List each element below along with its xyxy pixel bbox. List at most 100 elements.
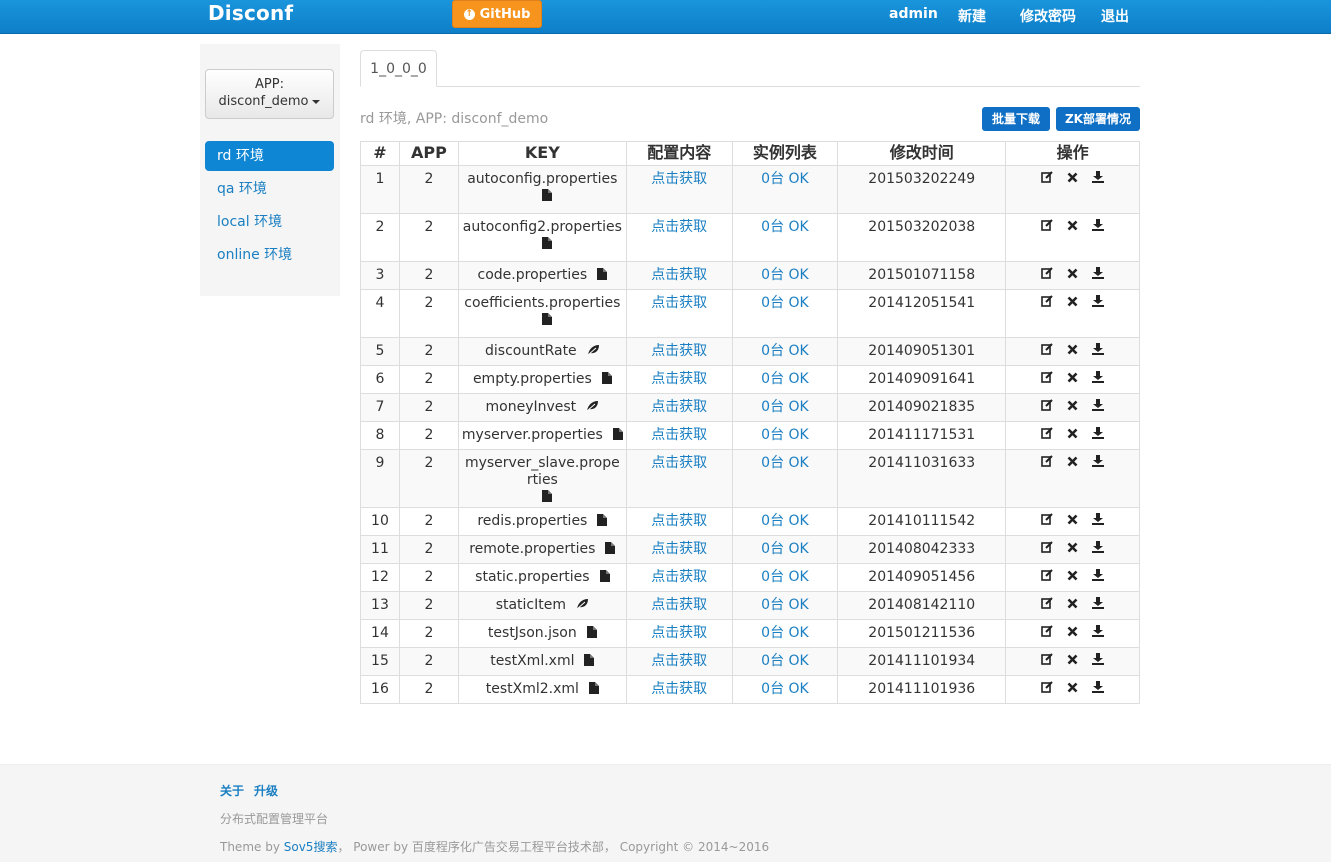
- row-download-icon[interactable]: [1092, 219, 1105, 236]
- fetch-content-link[interactable]: 点击获取: [651, 427, 707, 443]
- row-edit-icon[interactable]: [1041, 267, 1053, 284]
- row-download-icon[interactable]: [1092, 343, 1105, 360]
- row-download-icon[interactable]: [1092, 513, 1105, 530]
- row-download-icon[interactable]: [1092, 569, 1105, 586]
- leaf-icon[interactable]: [587, 344, 600, 361]
- key-text[interactable]: discountRate: [485, 343, 577, 360]
- file-icon[interactable]: [601, 372, 612, 389]
- footer-about-link[interactable]: 关于: [220, 782, 244, 799]
- row-edit-icon[interactable]: [1041, 569, 1053, 586]
- instances-link[interactable]: 0台 OK: [761, 569, 809, 585]
- key-text[interactable]: autoconfig2.properties: [463, 219, 622, 236]
- fetch-content-link[interactable]: 点击获取: [651, 597, 707, 613]
- instances-link[interactable]: 0台 OK: [761, 681, 809, 697]
- file-icon[interactable]: [542, 189, 553, 206]
- instances-link[interactable]: 0台 OK: [761, 455, 809, 471]
- sidebar-item-qa-env[interactable]: qa 环境: [205, 174, 334, 204]
- key-text[interactable]: moneyInvest: [486, 399, 577, 416]
- fetch-content-link[interactable]: 点击获取: [651, 681, 707, 697]
- fetch-content-link[interactable]: 点击获取: [651, 455, 707, 471]
- file-icon[interactable]: [542, 313, 553, 330]
- fetch-content-link[interactable]: 点击获取: [651, 171, 707, 187]
- file-icon[interactable]: [597, 268, 608, 285]
- instances-link[interactable]: 0台 OK: [761, 371, 809, 387]
- row-delete-icon[interactable]: [1067, 625, 1078, 642]
- row-delete-icon[interactable]: [1067, 295, 1078, 312]
- file-icon[interactable]: [588, 682, 599, 699]
- fetch-content-link[interactable]: 点击获取: [651, 343, 707, 359]
- instances-link[interactable]: 0台 OK: [761, 295, 809, 311]
- row-edit-icon[interactable]: [1041, 513, 1053, 530]
- row-edit-icon[interactable]: [1041, 295, 1053, 312]
- key-text[interactable]: autoconfig.properties: [467, 171, 617, 188]
- file-icon[interactable]: [605, 542, 616, 559]
- batch-download-button[interactable]: 批量下载: [982, 107, 1050, 131]
- instances-link[interactable]: 0台 OK: [761, 653, 809, 669]
- row-download-icon[interactable]: [1092, 653, 1105, 670]
- row-edit-icon[interactable]: [1041, 597, 1053, 614]
- row-delete-icon[interactable]: [1067, 455, 1078, 472]
- row-download-icon[interactable]: [1092, 597, 1105, 614]
- row-delete-icon[interactable]: [1067, 597, 1078, 614]
- fetch-content-link[interactable]: 点击获取: [651, 267, 707, 283]
- file-icon[interactable]: [599, 570, 610, 587]
- row-download-icon[interactable]: [1092, 625, 1105, 642]
- nav-change-password[interactable]: 修改密码: [1020, 6, 1076, 26]
- instances-link[interactable]: 0台 OK: [761, 427, 809, 443]
- key-text[interactable]: testJson.json: [488, 625, 577, 642]
- sidebar-item-local-env[interactable]: local 环境: [205, 207, 334, 237]
- row-delete-icon[interactable]: [1067, 653, 1078, 670]
- app-selector-dropdown[interactable]: APP: disconf_demo: [205, 69, 334, 119]
- instances-link[interactable]: 0台 OK: [761, 343, 809, 359]
- key-text[interactable]: testXml.xml: [490, 653, 574, 670]
- row-delete-icon[interactable]: [1067, 427, 1078, 444]
- row-delete-icon[interactable]: [1067, 219, 1078, 236]
- row-download-icon[interactable]: [1092, 681, 1105, 698]
- zk-status-button[interactable]: ZK部署情况: [1056, 107, 1140, 131]
- key-text[interactable]: testXml2.xml: [486, 681, 579, 698]
- nav-user-admin[interactable]: admin: [889, 6, 938, 22]
- key-text[interactable]: staticItem: [496, 597, 566, 614]
- row-edit-icon[interactable]: [1041, 427, 1053, 444]
- row-delete-icon[interactable]: [1067, 343, 1078, 360]
- footer-upgrade-link[interactable]: 升级: [254, 782, 278, 799]
- file-icon[interactable]: [597, 514, 608, 531]
- tab-version[interactable]: 1_0_0_0: [360, 50, 437, 87]
- row-edit-icon[interactable]: [1041, 219, 1053, 236]
- fetch-content-link[interactable]: 点击获取: [651, 371, 707, 387]
- row-edit-icon[interactable]: [1041, 343, 1053, 360]
- key-text[interactable]: empty.properties: [473, 371, 592, 388]
- instances-link[interactable]: 0台 OK: [761, 399, 809, 415]
- row-download-icon[interactable]: [1092, 171, 1105, 188]
- footer-theme-link[interactable]: Sov5搜索: [284, 840, 338, 854]
- row-edit-icon[interactable]: [1041, 371, 1053, 388]
- brand-logo[interactable]: Disconf: [208, 1, 293, 25]
- leaf-icon[interactable]: [576, 598, 589, 615]
- fetch-content-link[interactable]: 点击获取: [651, 513, 707, 529]
- row-delete-icon[interactable]: [1067, 399, 1078, 416]
- instances-link[interactable]: 0台 OK: [761, 171, 809, 187]
- instances-link[interactable]: 0台 OK: [761, 541, 809, 557]
- row-download-icon[interactable]: [1092, 371, 1105, 388]
- row-edit-icon[interactable]: [1041, 399, 1053, 416]
- row-delete-icon[interactable]: [1067, 541, 1078, 558]
- row-download-icon[interactable]: [1092, 399, 1105, 416]
- key-text[interactable]: myserver_slave.properties: [462, 455, 622, 489]
- leaf-icon[interactable]: [586, 400, 599, 417]
- key-text[interactable]: code.properties: [478, 267, 588, 284]
- sidebar-item-rd-env[interactable]: rd 环境: [205, 141, 334, 171]
- instances-link[interactable]: 0台 OK: [761, 625, 809, 641]
- row-delete-icon[interactable]: [1067, 371, 1078, 388]
- file-icon[interactable]: [542, 237, 553, 254]
- fetch-content-link[interactable]: 点击获取: [651, 653, 707, 669]
- instances-link[interactable]: 0台 OK: [761, 513, 809, 529]
- key-text[interactable]: myserver.properties: [462, 427, 603, 444]
- nav-logout[interactable]: 退出: [1101, 6, 1129, 26]
- file-icon[interactable]: [542, 490, 553, 507]
- fetch-content-link[interactable]: 点击获取: [651, 541, 707, 557]
- row-edit-icon[interactable]: [1041, 625, 1053, 642]
- fetch-content-link[interactable]: 点击获取: [651, 569, 707, 585]
- row-download-icon[interactable]: [1092, 541, 1105, 558]
- sidebar-item-online-env[interactable]: online 环境: [205, 240, 334, 270]
- row-edit-icon[interactable]: [1041, 455, 1053, 472]
